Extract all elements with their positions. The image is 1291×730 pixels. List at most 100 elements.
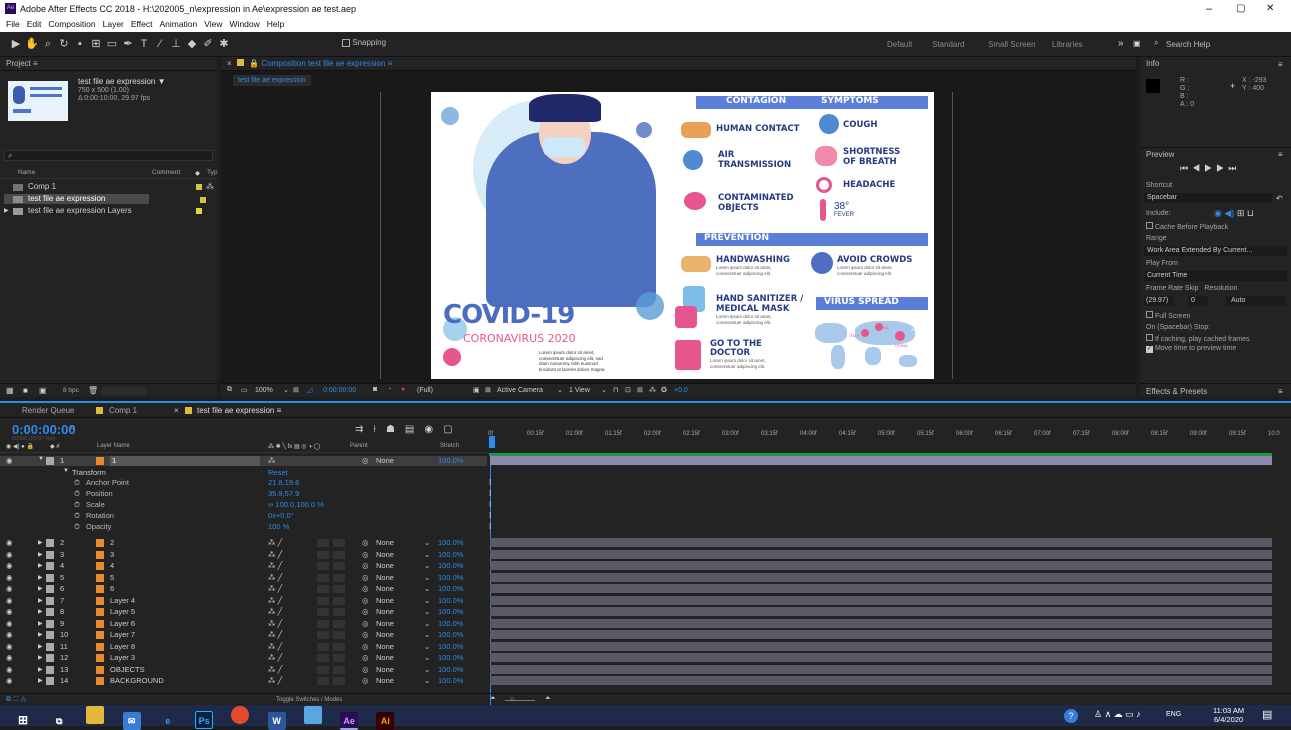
close-button[interactable]: ✕ xyxy=(1266,3,1274,14)
switch-icon[interactable]: ⁂ ╱ xyxy=(268,607,282,617)
transform-prop-rotation[interactable]: ⏱ Rotation 0x+0.0° xyxy=(0,511,487,521)
keyframe-marker[interactable]: I xyxy=(489,511,491,520)
windows-start-icon[interactable]: ⊞ xyxy=(14,711,32,729)
visibility-icon[interactable]: ◉ xyxy=(6,642,13,652)
switch-box[interactable] xyxy=(333,608,345,616)
layer-bar-5[interactable] xyxy=(490,572,1272,582)
composition-tab[interactable]: Composition test file ae expression ≡ xyxy=(261,59,392,68)
selection-tool-icon[interactable]: ▶ xyxy=(9,37,23,51)
visibility-icon[interactable]: ◉ xyxy=(6,561,13,571)
project-item-comp1[interactable]: Comp 1 ⁂ xyxy=(0,182,217,192)
expand-icon[interactable]: ▶ xyxy=(38,653,43,663)
layer-bar-4[interactable] xyxy=(490,561,1272,570)
current-time[interactable]: 0:00:00:00 xyxy=(323,387,356,394)
time-ruler[interactable]: 0f 00:15f 01:00f 01:15f 02:00f 02:15f 03:00f 03… xyxy=(488,425,1291,455)
expand-icon[interactable]: ▶ xyxy=(38,538,43,548)
camera-tool-icon[interactable]: ▪ xyxy=(73,37,87,51)
layer-row-12[interactable]: ◉ ▶ 12 Layer 3 ⁂ ╱ ◎ None ⌄ 100.0% xyxy=(0,653,487,663)
switch-box[interactable] xyxy=(317,619,329,628)
prev-frame-icon[interactable]: ◀ xyxy=(1192,163,1204,173)
visibility-icon[interactable]: ◉ xyxy=(6,573,13,583)
switch-box[interactable] xyxy=(317,562,329,570)
sync-settings-icon[interactable]: ▣ xyxy=(1133,39,1141,48)
view-layout-dropdown[interactable]: 1 View xyxy=(569,387,590,394)
visibility-icon[interactable]: ◉ xyxy=(6,653,13,663)
menu-window[interactable]: Window xyxy=(230,19,260,29)
cache-checkbox[interactable] xyxy=(1146,222,1153,229)
expand-icon[interactable]: ▶ xyxy=(38,573,43,583)
zoom-tool-icon[interactable]: ⌕ xyxy=(41,37,55,51)
notifications-icon[interactable]: ▤ xyxy=(1262,708,1272,721)
col-layer-name[interactable]: Layer Name xyxy=(97,443,130,449)
rectangle-tool-icon[interactable]: ▭ xyxy=(105,37,119,51)
switch-icon[interactable]: ⁂ ╱ xyxy=(268,653,282,663)
col-comment[interactable]: Comment xyxy=(152,169,180,176)
expand-icon[interactable]: ▶ xyxy=(38,596,43,606)
switch-box[interactable] xyxy=(333,573,345,582)
eraser-tool-icon[interactable]: ◆ xyxy=(185,37,199,51)
switch-box[interactable] xyxy=(317,642,329,651)
expand-icon[interactable]: ▶ xyxy=(38,561,43,571)
transform-prop-position[interactable]: ⏱ Position 35.9,57.9 xyxy=(0,489,487,499)
next-frame-icon[interactable]: ▶ xyxy=(1216,163,1228,173)
layer-bar-7[interactable] xyxy=(490,595,1272,605)
pickwhip-icon[interactable]: ◎ xyxy=(362,596,369,606)
word-icon[interactable]: W xyxy=(267,712,286,730)
layer-switches-icon[interactable]: ⧉ ⬚ ⁂ xyxy=(6,696,27,704)
menu-edit[interactable]: Edit xyxy=(27,19,42,29)
roto-tool-icon[interactable]: ✐ xyxy=(201,37,215,51)
switch-icon[interactable]: ⁂ ╱ xyxy=(268,665,282,675)
switch-icon[interactable]: ⁂ xyxy=(268,456,276,465)
pickwhip-icon[interactable]: ◎ xyxy=(362,642,369,652)
switch-icon[interactable]: ⁂ ╱ xyxy=(268,538,282,548)
hand-tool-icon[interactable]: ✋ xyxy=(25,37,39,51)
interpret-footage-icon[interactable]: ▦ xyxy=(6,386,14,395)
timeline-icon[interactable]: ⊞ xyxy=(637,386,643,394)
tray-icons[interactable]: ♙ ∧ ☁ ▭ ♪ xyxy=(1094,709,1141,720)
camera-dropdown[interactable]: Active Camera xyxy=(497,387,543,394)
color-channel-icon[interactable]: ● xyxy=(401,386,405,393)
visibility-icon[interactable]: ◉ xyxy=(6,607,13,617)
expand-icon[interactable]: ▶ xyxy=(38,630,43,640)
tab-comp1[interactable]: Comp 1 xyxy=(109,406,137,415)
effects-presets-title[interactable]: Effects & Presets xyxy=(1146,387,1207,396)
transparency-grid-icon[interactable]: ⊠ xyxy=(485,386,491,394)
layer-row-7[interactable]: ◉ ▶ 7 Layer 4 ⁂ ╱ ◎ None ⌄ 100.0% xyxy=(0,596,487,606)
new-comp-icon[interactable]: ▣ xyxy=(39,386,47,395)
zoom-out-icon[interactable]: ⏶ xyxy=(490,695,496,703)
visibility-icon[interactable]: ◉ xyxy=(6,619,13,629)
after-effects-icon[interactable]: Ae xyxy=(340,712,359,730)
workspace-default[interactable]: Default xyxy=(887,40,912,49)
visibility-icon[interactable]: ◉ xyxy=(6,584,13,594)
layer-bar-1[interactable] xyxy=(490,456,1272,465)
pickwhip-icon[interactable]: ◎ xyxy=(362,573,369,583)
comp-breadcrumb[interactable]: test file ae expression xyxy=(233,75,311,86)
search-help-input[interactable]: Search Help xyxy=(1166,40,1210,49)
timeline-timecode[interactable]: 0:00:00:00 xyxy=(12,422,76,437)
pen-tool-icon[interactable]: ✒ xyxy=(121,37,135,51)
switch-box[interactable] xyxy=(317,596,329,605)
rotate-tool-icon[interactable]: ↻ xyxy=(57,37,71,51)
expand-icon[interactable]: ▶ xyxy=(38,676,43,686)
task-view-icon[interactable]: ⧉ xyxy=(50,712,68,730)
first-frame-icon[interactable]: ⏮ xyxy=(1180,163,1192,173)
project-search-input[interactable]: ⌕ xyxy=(4,150,213,161)
keyframe-marker[interactable]: I xyxy=(489,489,491,498)
switch-icon[interactable]: ⁂ ╱ xyxy=(268,619,282,629)
layer-row-10[interactable]: ◉ ▶ 10 Layer 7 ⁂ ╱ ◎ None ⌄ 100.0% xyxy=(0,630,487,640)
exposure-value[interactable]: +0.0 xyxy=(674,387,688,394)
bpc-label[interactable]: 8 bpc xyxy=(63,387,79,394)
pickwhip-icon[interactable]: ◎ xyxy=(362,456,369,465)
help-icon[interactable]: ? xyxy=(1064,709,1078,723)
photoshop-icon[interactable]: Ps xyxy=(195,711,214,729)
lock-icon[interactable]: 🔒 xyxy=(249,59,259,68)
close-tab-icon[interactable]: × xyxy=(174,406,179,415)
menu-file[interactable]: File xyxy=(6,19,20,29)
visibility-icon[interactable]: ◉ xyxy=(6,550,13,560)
pickwhip-icon[interactable]: ◎ xyxy=(362,550,369,560)
switch-box[interactable] xyxy=(333,539,345,547)
pickwhip-icon[interactable]: ◎ xyxy=(362,607,369,617)
layer-row-3[interactable]: ◉ ▶ 3 3 ⁂ ╱ ◎ None ⌄ 100.0% xyxy=(0,550,487,560)
menu-view[interactable]: View xyxy=(204,19,222,29)
switch-icon[interactable]: ⁂ ╱ xyxy=(268,642,282,652)
